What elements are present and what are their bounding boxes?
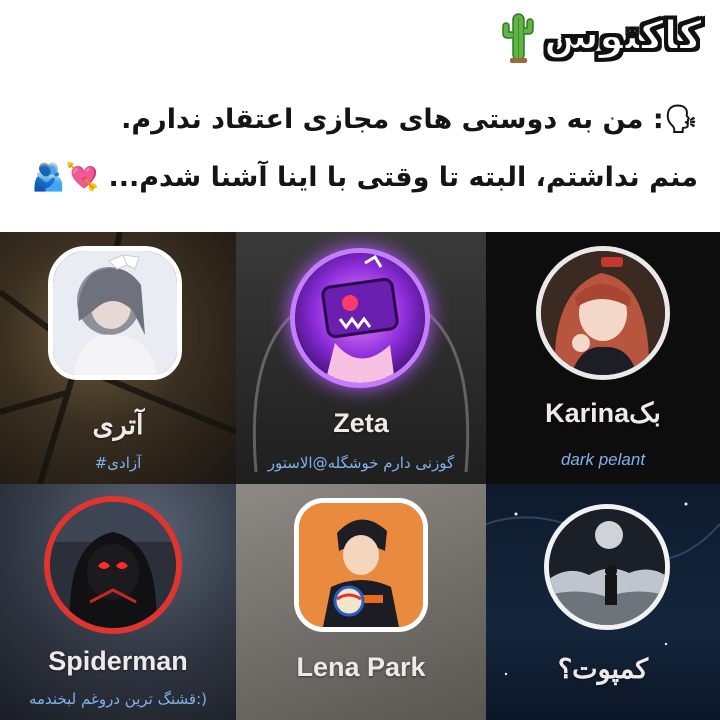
profile-name: Lena Park (296, 652, 426, 682)
headline-line-1: 🗣: من به دوستی های مجازی اعتقاد ندارم. (121, 104, 698, 135)
profile-subtitle: #آزادی (94, 454, 142, 472)
avatar (536, 246, 670, 380)
avatar (544, 504, 670, 630)
post-header: کاکتوس 🗣: من به دوستی های مجازی اعتقاد ن… (0, 0, 720, 232)
girl-red-hair-avatar (541, 251, 665, 375)
profile-name: Zeta (333, 408, 389, 438)
profile-card[interactable]: Lena Park (236, 484, 486, 720)
profile-grid: آتری #آزادی Zeta گوزنی دارم خوشگله@الاست… (0, 232, 720, 720)
profile-card[interactable]: کمپوت؟ (486, 484, 720, 720)
profile-subtitle: dark pelant (560, 450, 646, 469)
avatar (44, 496, 182, 634)
girl-photo-avatar (53, 251, 177, 375)
headline-line-2: منم نداشتم، البته تا وقتی با اینا آشنا ش… (31, 162, 698, 193)
brand: کاکتوس (498, 8, 703, 64)
profile-subtitle: قشنگ ترین دروغم لبخندمه:) (28, 690, 207, 708)
profile-card[interactable]: Zeta گوزنی دارم خوشگله@الاستور (236, 232, 486, 484)
profile-name: کمپوت؟ (557, 654, 649, 684)
profile-name: آتری (92, 410, 144, 440)
profile-name: Spiderman (48, 646, 188, 676)
avatar (48, 246, 182, 380)
cactus-icon (502, 13, 534, 63)
purple-tv-character-avatar (295, 253, 425, 383)
profile-card[interactable]: آتری #آزادی (0, 232, 236, 484)
profile-card[interactable]: Karinaبک dark pelant (486, 232, 720, 484)
night-sky-avatar (549, 509, 665, 625)
avatar (294, 498, 428, 632)
spiderman-hoodie-avatar (50, 502, 176, 628)
anime-volleyball-avatar (299, 503, 423, 627)
profile-name: Karinaبک (545, 398, 661, 428)
profile-card[interactable]: Spiderman قشنگ ترین دروغم لبخندمه:) (0, 484, 236, 720)
profile-subtitle: گوزنی دارم خوشگله@الاستور (267, 454, 455, 472)
avatar (290, 248, 430, 388)
brand-title: کاکتوس (543, 13, 703, 59)
